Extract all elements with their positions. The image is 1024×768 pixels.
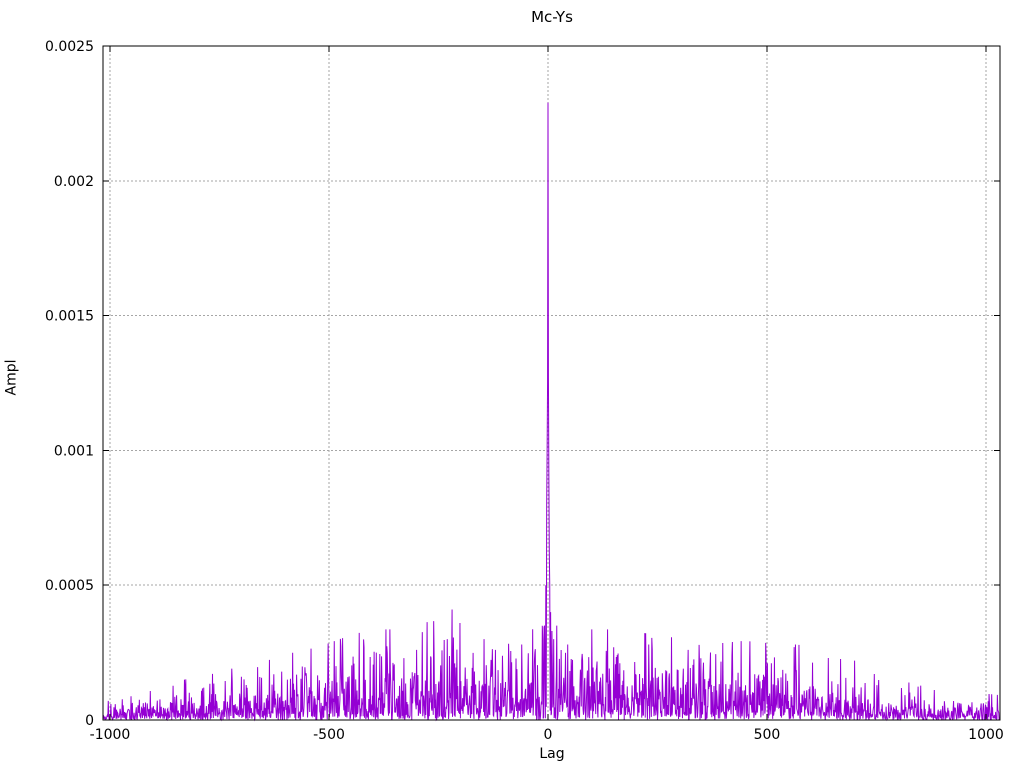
x-tick-label: -1000 [90, 727, 131, 743]
data-series-line [102, 102, 1001, 722]
x-tick-label: 1000 [968, 727, 1004, 743]
y-tick-label: 0.0005 [45, 578, 94, 594]
y-tick-label: 0.001 [54, 443, 94, 459]
x-tick-label: 500 [754, 727, 781, 743]
x-tick-label: 0 [544, 727, 553, 743]
y-tick-label: 0.002 [54, 174, 94, 190]
x-tick-label: -500 [313, 727, 345, 743]
y-tick-label: 0.0025 [45, 39, 94, 55]
correlation-plot: -1000 -500 0 500 1000 0 0.0005 0.001 0.0015 0.002… [45, 39, 1004, 743]
y-tick-label: 0 [85, 713, 94, 729]
plot-border [102, 45, 1001, 721]
y-tick-label: 0.0015 [45, 309, 94, 325]
chart-figure: Mc-Ys Ampl Lag -1000 -500 0 500 1000 0 0.0005 0… [0, 0, 1024, 768]
